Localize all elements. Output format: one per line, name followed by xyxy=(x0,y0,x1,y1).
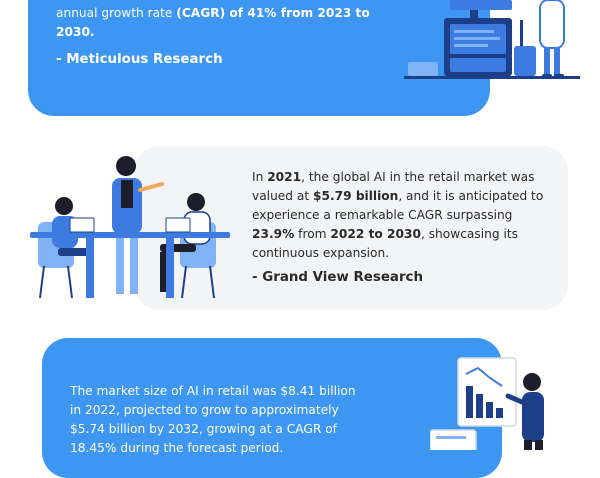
stat-text-bold: 2022 to 2030 xyxy=(330,227,421,241)
stat-text-plain: In xyxy=(252,170,268,184)
stat-text-bold: $5.79 billion xyxy=(313,189,399,203)
team-meeting-illustration xyxy=(30,156,230,299)
stat-text: annual growth rate (CAGR) of 41% from 20… xyxy=(56,4,386,42)
stat-text: In 2021, the global AI in the retail mar… xyxy=(252,168,552,263)
stat-text: The market size of AI in retail was $8.4… xyxy=(70,384,356,455)
source-attribution: - Meticulous Research xyxy=(56,52,223,67)
stat-text-bold: 23.9% xyxy=(252,227,295,241)
stat-text-bold: 2021 xyxy=(267,170,302,184)
office-desk-illustration xyxy=(404,0,580,79)
analytics-board-illustration xyxy=(430,357,544,450)
stat-text-plain: annual growth rate xyxy=(56,6,177,20)
stat-text-plain: from xyxy=(294,227,331,241)
source-attribution: - Grand View Research xyxy=(252,270,424,285)
